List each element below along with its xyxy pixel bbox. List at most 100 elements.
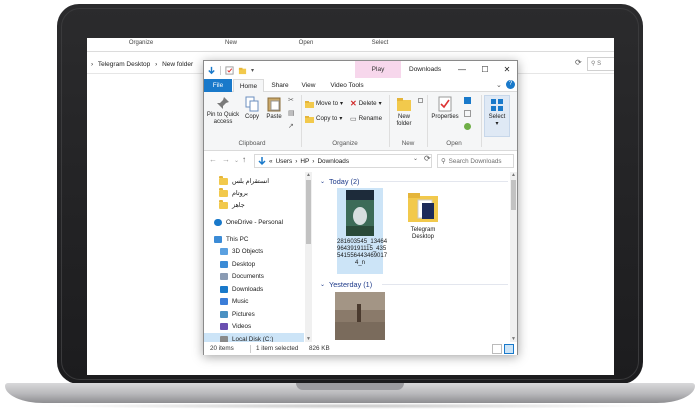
move-to-button[interactable]: Move to ▾ xyxy=(305,98,343,109)
select-button[interactable]: Select ▾ xyxy=(484,95,510,137)
nav-item-label: Desktop xyxy=(232,260,256,268)
content-scroll-thumb[interactable] xyxy=(511,180,516,210)
ribbon-separator xyxy=(481,95,482,147)
scroll-down-icon[interactable]: ▼ xyxy=(510,336,517,342)
nav-item[interactable]: بروتام xyxy=(204,187,304,199)
nav-item[interactable]: انستقرام بلس xyxy=(204,175,304,187)
group-divider xyxy=(370,181,508,182)
group-header-yesterday[interactable]: ⌄ Yesterday (1) xyxy=(320,278,372,290)
nav-item[interactable]: جاهز xyxy=(204,199,304,211)
pin-quick-access-button[interactable]: Pin to Quick access xyxy=(206,96,240,126)
nav-item[interactable]: Documents xyxy=(204,270,304,282)
file-name-line: 4_n xyxy=(354,260,365,266)
group-label-open: Open xyxy=(446,140,462,147)
group-title-yesterday: Yesterday (1) xyxy=(329,279,373,289)
new-folder-icon[interactable] xyxy=(238,66,247,75)
path-crumb-users[interactable]: Users xyxy=(276,158,293,165)
scroll-down-icon[interactable]: ▼ xyxy=(305,336,312,342)
nav-item[interactable]: OneDrive - Personal xyxy=(204,216,304,228)
bg-crumb-new-folder[interactable]: New folder xyxy=(162,61,193,68)
group-divider xyxy=(382,284,508,285)
nav-item-label: Downloads xyxy=(232,285,264,293)
new-folder-icon xyxy=(397,98,411,111)
nav-item[interactable]: Local Disk (C:) xyxy=(204,333,304,342)
background-search-input[interactable]: ⚲ S xyxy=(587,57,614,71)
edit-icon[interactable] xyxy=(464,110,471,117)
nav-item[interactable]: Downloads xyxy=(204,283,304,295)
back-arrow-icon[interactable]: ← xyxy=(209,155,217,164)
properties-button[interactable]: Properties xyxy=(429,96,461,121)
close-button[interactable]: ✕ xyxy=(496,61,518,78)
properties-check-icon[interactable] xyxy=(225,65,234,75)
file-tile-yesterday-image[interactable]: 281048255_00322 xyxy=(330,292,390,342)
maximize-button[interactable]: ☐ xyxy=(474,61,496,78)
nav-item[interactable]: Videos xyxy=(204,320,304,332)
minimize-button[interactable]: — xyxy=(451,61,473,78)
paste-label: Paste xyxy=(266,114,282,120)
tab-view[interactable]: View xyxy=(296,79,321,92)
content-scrollbar[interactable]: ▲ ▼ xyxy=(510,172,517,342)
group-header-today[interactable]: ⌄ Today (2) xyxy=(320,175,359,187)
nav-scroll-thumb[interactable] xyxy=(306,180,311,244)
bg-group-select: Select xyxy=(371,40,389,46)
copy-to-button[interactable]: Copy to ▾ xyxy=(305,113,342,124)
chevron-down-icon[interactable]: ⌄ xyxy=(496,81,502,89)
cut-icon[interactable]: ✂ xyxy=(288,96,294,104)
recent-dropdown-icon[interactable]: ⌄ xyxy=(234,157,239,164)
paste-button[interactable]: Paste xyxy=(264,96,284,121)
nav-item[interactable]: Desktop xyxy=(204,258,304,270)
select-icon xyxy=(491,99,503,111)
nav-scrollbar[interactable]: ▲ ▼ xyxy=(305,172,312,342)
pictures-icon xyxy=(220,310,228,318)
nav-item[interactable]: 3D Objects xyxy=(204,245,304,257)
search-icon: ⚲ xyxy=(591,61,596,67)
rename-button[interactable]: ▭ Rename xyxy=(350,113,382,124)
tab-share[interactable]: Share xyxy=(265,79,295,92)
group-label-organize: Organize xyxy=(332,140,358,147)
title-bar[interactable]: ▾ Play Downloads — ☐ ✕ xyxy=(204,61,517,79)
copy-button[interactable]: Copy xyxy=(242,96,262,121)
large-icons-view-icon[interactable] xyxy=(504,344,514,354)
new-folder-button[interactable]: New folder xyxy=(391,96,417,128)
bg-crumb-telegram[interactable]: Telegram Desktop xyxy=(98,61,150,68)
paste-shortcut-icon[interactable]: ↗ xyxy=(288,122,294,130)
qat-dropdown-icon[interactable]: ▾ xyxy=(251,67,254,74)
nav-item[interactable]: This PC xyxy=(204,233,304,245)
new-item-icon[interactable] xyxy=(418,98,423,103)
move-to-icon xyxy=(305,100,314,108)
path-crumb-hp[interactable]: HP xyxy=(300,158,309,165)
scroll-up-icon[interactable]: ▲ xyxy=(510,172,517,178)
details-view-icon[interactable] xyxy=(492,344,502,354)
path-prefix: « xyxy=(269,157,273,165)
tab-home[interactable]: Home xyxy=(233,79,264,92)
explorer-window: ▾ Play Downloads — ☐ ✕ File Home Share V… xyxy=(203,60,518,355)
history-icon[interactable] xyxy=(464,123,471,130)
up-arrow-icon[interactable]: ↑ xyxy=(242,155,246,164)
bg-search-placeholder: S xyxy=(597,61,602,67)
nav-item[interactable]: Pictures xyxy=(204,308,304,320)
laptop-screen: Organize New Open Select › Telegram Desk… xyxy=(87,38,614,375)
music-icon xyxy=(220,297,228,305)
copy-path-icon[interactable]: ▤ xyxy=(288,109,295,117)
chevron-right-icon: › xyxy=(155,61,158,68)
scroll-up-icon[interactable]: ▲ xyxy=(305,172,312,178)
open-icon[interactable] xyxy=(464,97,471,104)
desktop-icon xyxy=(220,260,228,268)
refresh-icon[interactable]: ⟳ xyxy=(424,154,431,163)
refresh-icon[interactable]: ⟳ xyxy=(575,58,587,70)
delete-button[interactable]: ✕ Delete ▾ xyxy=(350,98,382,109)
path-dropdown-icon[interactable]: ⌄ xyxy=(413,155,418,162)
qat-divider xyxy=(220,65,221,75)
file-tile-telegram-folder[interactable]: Telegram Desktop xyxy=(400,190,446,240)
nav-item[interactable]: Music xyxy=(204,295,304,307)
help-icon[interactable]: ? xyxy=(506,80,515,89)
nav-item-label: انستقرام بلس xyxy=(232,177,269,185)
forward-arrow-icon[interactable]: → xyxy=(222,155,230,164)
tab-video-tools[interactable]: Video Tools xyxy=(325,79,369,92)
file-tile-video[interactable]: 281603545_13464 96439191115_435 54155644… xyxy=(337,188,387,274)
path-crumb-downloads[interactable]: Downloads xyxy=(317,158,349,165)
tab-file[interactable]: File xyxy=(204,79,232,92)
path-input[interactable]: « Users › HP › Downloads xyxy=(254,154,432,168)
search-input[interactable]: ⚲ Search Downloads xyxy=(437,154,514,168)
status-divider xyxy=(250,345,251,353)
